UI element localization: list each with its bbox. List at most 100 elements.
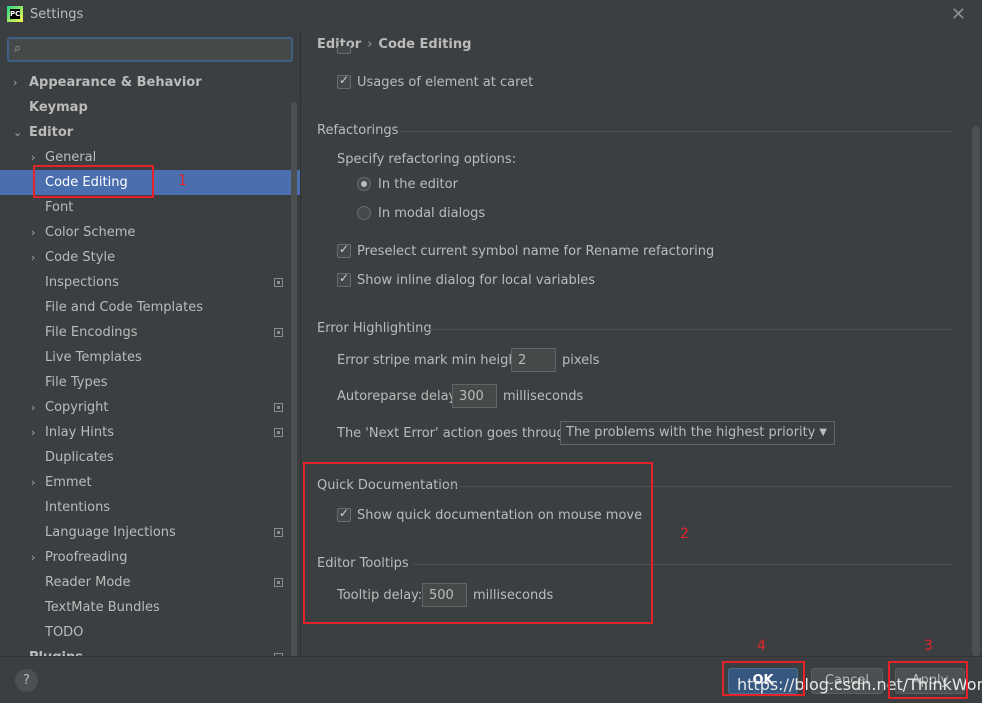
sidebar-item-label: Language Injections xyxy=(45,525,176,540)
sidebar-item-todo[interactable]: TODO xyxy=(0,620,300,645)
next-error-label: The 'Next Error' action goes through: xyxy=(337,426,578,441)
chevron-right-icon[interactable]: › xyxy=(31,470,35,495)
sidebar-item-label: Copyright xyxy=(45,400,109,415)
sidebar-item-file-types[interactable]: File Types xyxy=(0,370,300,395)
search-box[interactable]: ⌕ xyxy=(7,37,293,62)
sidebar-item-label: Font xyxy=(45,200,74,215)
checkmark-icon: ✓ xyxy=(339,73,350,87)
usages-caret-checkbox[interactable]: ✓ xyxy=(337,73,351,89)
sidebar-item-label: Reader Mode xyxy=(45,575,131,590)
window-title: Settings xyxy=(30,7,84,22)
sidebar-item-label: Editor xyxy=(29,125,74,140)
sidebar-item-intentions[interactable]: Intentions xyxy=(0,495,300,520)
annotation-box-2 xyxy=(303,462,653,624)
chevron-right-icon[interactable]: › xyxy=(31,420,35,445)
sidebar-item-duplicates[interactable]: Duplicates xyxy=(0,445,300,470)
settings-sidebar: ⌕ › Appearance & Behavior Keymap ⌄ Editor › Ge… xyxy=(0,30,300,656)
sidebar-item-label: Proofreading xyxy=(45,550,128,565)
search-icon: ⌕ xyxy=(14,41,22,56)
close-icon[interactable]: ✕ xyxy=(951,4,966,25)
error-highlighting-title: Error Highlighting xyxy=(317,321,432,336)
specify-refactoring-label: Specify refactoring options: xyxy=(337,152,517,167)
title-bar: PC Settings ✕ xyxy=(0,0,982,30)
sidebar-item-proofreading[interactable]: › Proofreading xyxy=(0,545,300,570)
inline-dialog-label: Show inline dialog for local variables xyxy=(357,273,596,288)
sidebar-item-label: Code Style xyxy=(45,250,116,265)
content-scrollbar[interactable] xyxy=(972,126,980,656)
inline-dialog-checkbox[interactable]: ✓ xyxy=(337,271,351,287)
sidebar-item-inlay-hints[interactable]: › Inlay Hints xyxy=(0,420,300,445)
in-modal-label: In modal dialogs xyxy=(378,206,486,221)
settings-tree: › Appearance & Behavior Keymap ⌄ Editor › Gene… xyxy=(0,70,300,656)
sidebar-item-label: File Types xyxy=(45,375,108,390)
refactorings-title: Refactorings xyxy=(317,123,399,138)
sidebar-item-appearance-behavior[interactable]: › Appearance & Behavior xyxy=(0,70,300,95)
radio-dot-icon xyxy=(361,181,367,187)
section-divider xyxy=(429,329,951,330)
sidebar-item-color-scheme[interactable]: › Color Scheme xyxy=(0,220,300,245)
usages-caret-label: Usages of element at caret xyxy=(357,75,534,90)
in-editor-radio[interactable] xyxy=(357,177,371,191)
annotation-box-4 xyxy=(722,661,805,696)
sidebar-item-label: Plugins xyxy=(29,645,83,656)
stripe-height-field[interactable] xyxy=(511,348,556,372)
sidebar-item-label: Emmet xyxy=(45,475,92,490)
annotation-number-2: 2 xyxy=(680,526,689,542)
preselect-checkbox[interactable]: ✓ xyxy=(337,242,351,258)
project-scope-icon xyxy=(274,428,283,437)
stripe-height-label: Error stripe mark min height: xyxy=(337,353,527,368)
breadcrumb-current: Code Editing xyxy=(378,37,472,52)
checkmark-icon: ✓ xyxy=(339,242,350,256)
sidebar-item-editor[interactable]: ⌄ Editor xyxy=(0,120,300,145)
sidebar-item-label: TextMate Bundles xyxy=(45,600,160,615)
breadcrumb-separator: › xyxy=(367,37,373,52)
project-scope-icon xyxy=(274,528,283,537)
sidebar-item-file-encodings[interactable]: File Encodings xyxy=(0,320,300,345)
chevron-down-icon[interactable]: ⌄ xyxy=(13,120,22,145)
autoreparse-label: Autoreparse delay: xyxy=(337,389,460,404)
section-divider xyxy=(401,131,951,132)
sidebar-item-textmate-bundles[interactable]: TextMate Bundles xyxy=(0,595,300,620)
sidebar-item-label: Live Templates xyxy=(45,350,142,365)
chevron-right-icon[interactable]: › xyxy=(31,545,35,570)
annotation-box-3 xyxy=(888,661,968,699)
next-error-dropdown[interactable]: The problems with the highest priority ▼ xyxy=(560,421,835,445)
sidebar-item-label: Duplicates xyxy=(45,450,114,465)
sidebar-item-copyright[interactable]: › Copyright xyxy=(0,395,300,420)
sidebar-item-keymap[interactable]: Keymap xyxy=(0,95,300,120)
checkmark-icon: ✓ xyxy=(339,271,350,285)
chevron-right-icon[interactable]: › xyxy=(13,70,17,95)
autoreparse-unit-label: milliseconds xyxy=(503,389,584,404)
sidebar-item-label: Intentions xyxy=(45,500,111,515)
sidebar-item-font[interactable]: Font xyxy=(0,195,300,220)
in-editor-label: In the editor xyxy=(378,177,458,192)
stripe-unit-label: pixels xyxy=(562,353,600,368)
sidebar-item-emmet[interactable]: › Emmet xyxy=(0,470,300,495)
sidebar-item-label: File Encodings xyxy=(45,325,138,340)
autoreparse-field[interactable] xyxy=(452,384,497,408)
sidebar-item-label: Color Scheme xyxy=(45,225,136,240)
chevron-right-icon[interactable]: › xyxy=(31,245,35,270)
sidebar-item-label: TODO xyxy=(45,625,84,640)
annotation-number-4: 4 xyxy=(757,638,766,654)
sidebar-item-code-style[interactable]: › Code Style xyxy=(0,245,300,270)
sidebar-item-live-templates[interactable]: Live Templates xyxy=(0,345,300,370)
sidebar-item-inspections[interactable]: Inspections xyxy=(0,270,300,295)
search-input[interactable] xyxy=(35,40,285,59)
sidebar-item-plugins[interactable]: Plugins xyxy=(0,645,300,656)
chevron-right-icon[interactable]: › xyxy=(31,220,35,245)
partial-checkbox[interactable] xyxy=(337,46,351,54)
pycharm-logo-icon: PC xyxy=(7,6,23,22)
sidebar-item-file-and-code-templates[interactable]: File and Code Templates xyxy=(0,295,300,320)
sidebar-item-reader-mode[interactable]: Reader Mode xyxy=(0,570,300,595)
help-button[interactable]: ? xyxy=(15,669,38,692)
sidebar-item-label: Keymap xyxy=(29,100,88,115)
chevron-right-icon[interactable]: › xyxy=(31,395,35,420)
sidebar-scrollbar[interactable] xyxy=(291,102,297,656)
sidebar-item-label: Appearance & Behavior xyxy=(29,75,202,90)
dialog-footer: ? OK Cancel Apply https://blog.csdn.net/… xyxy=(0,656,982,703)
in-modal-radio[interactable] xyxy=(357,206,371,220)
sidebar-item-language-injections[interactable]: Language Injections xyxy=(0,520,300,545)
annotation-number-1: 1 xyxy=(178,173,187,189)
chevron-down-icon: ▼ xyxy=(819,427,827,438)
